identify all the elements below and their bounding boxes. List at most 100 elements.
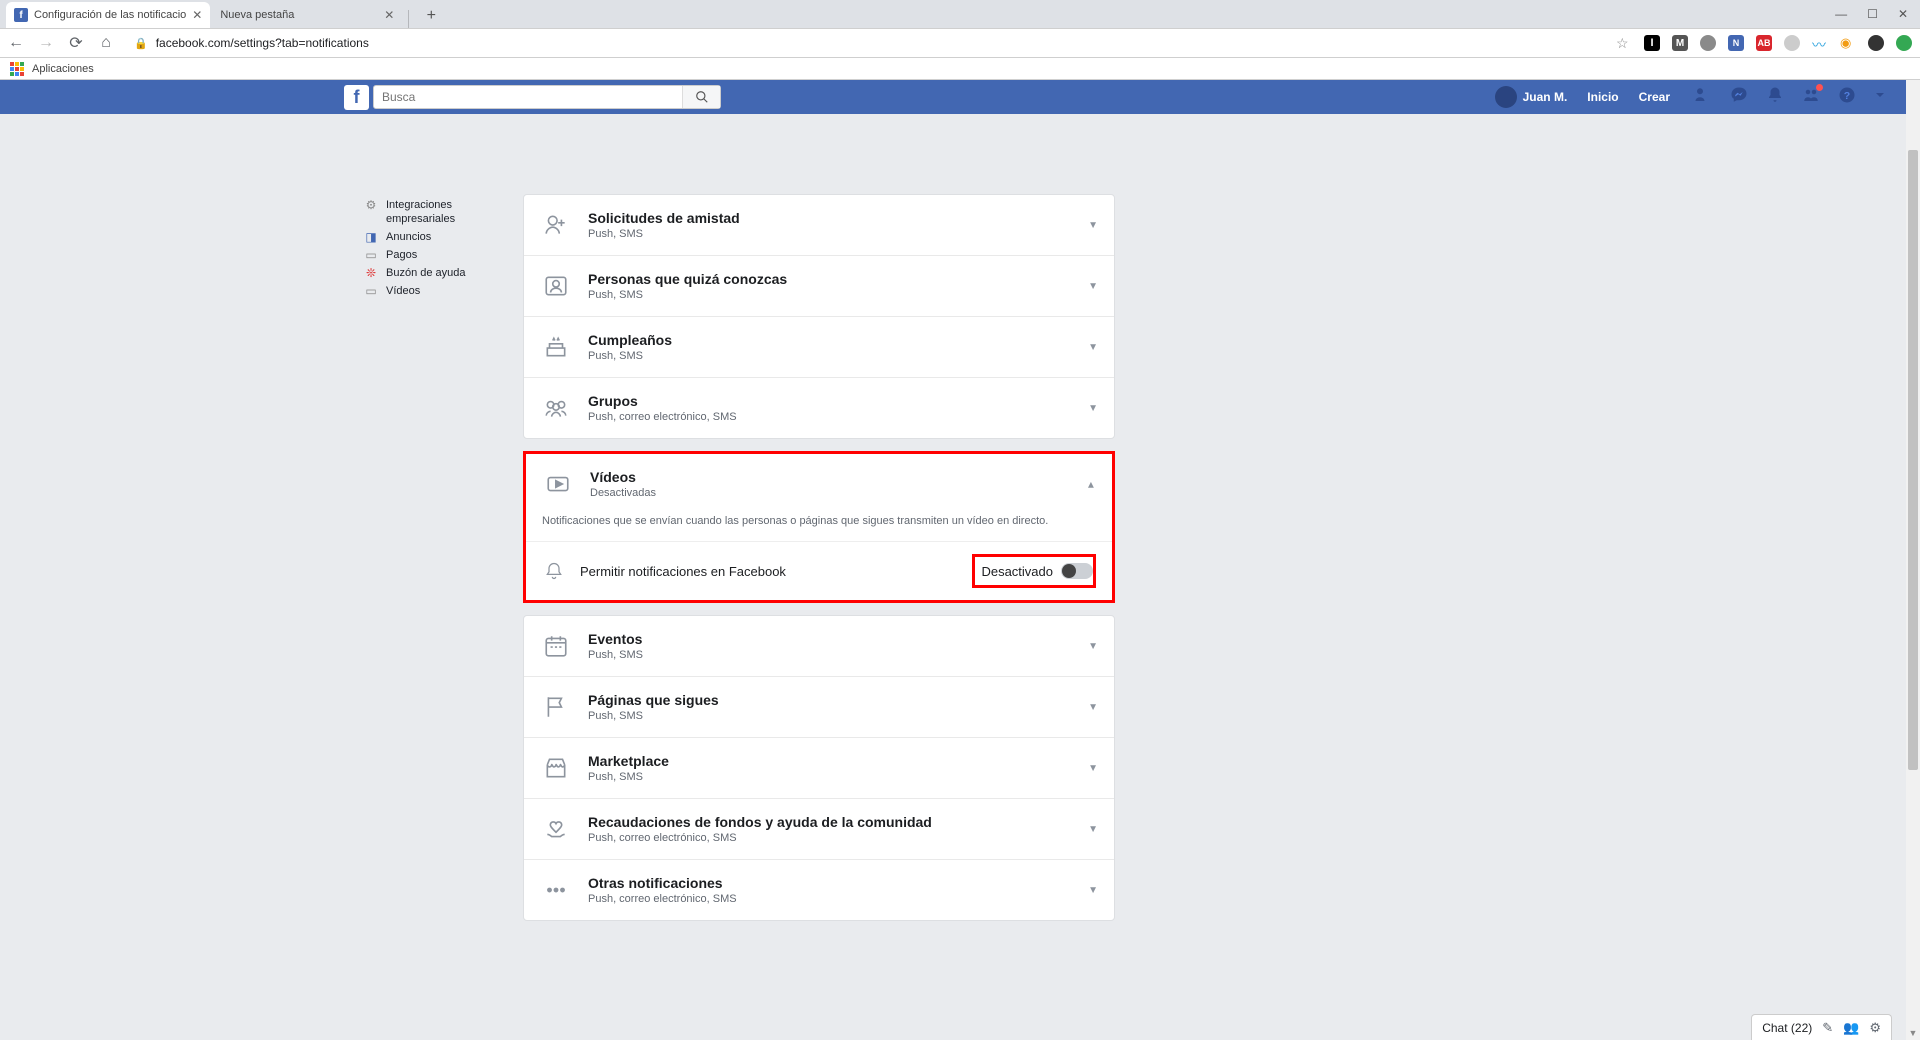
chevron-down-icon: ▼ <box>1088 403 1098 414</box>
profile-avatar-icon[interactable] <box>1868 35 1884 51</box>
row-sub: Push, SMS <box>588 649 643 661</box>
sidebar-item-payments[interactable]: ▭ Pagos <box>364 246 514 264</box>
notifications-card-videos: VídeosDesactivadas ▼ Notificaciones que … <box>526 454 1112 600</box>
ext-icon[interactable]: N <box>1728 35 1744 51</box>
quick-help-icon[interactable] <box>1802 86 1820 109</box>
row-title: Solicitudes de amistad <box>588 210 740 226</box>
bookmark-star-icon[interactable]: ☆ <box>1616 35 1632 51</box>
settings-sidebar: ⚙ Integraciones empresariales ◨ Anuncios… <box>364 196 514 300</box>
favicon-facebook: f <box>14 8 28 22</box>
ext-icon[interactable] <box>1784 35 1800 51</box>
ext-icon[interactable]: I <box>1644 35 1660 51</box>
search-input[interactable] <box>374 90 682 104</box>
minimize-icon[interactable]: — <box>1835 7 1847 21</box>
scrollbar-thumb[interactable] <box>1908 150 1918 770</box>
person-card-icon <box>540 270 572 302</box>
account-dropdown-icon[interactable] <box>1874 88 1886 106</box>
gear-icon: ⚙ <box>364 198 378 212</box>
row-groups[interactable]: GruposPush, correo electrónico, SMS ▼ <box>524 377 1114 438</box>
sidebar-item-videos[interactable]: ▭ Vídeos <box>364 282 514 300</box>
user-name: Juan M. <box>1523 90 1568 104</box>
ext-icon[interactable]: AB <box>1756 35 1772 51</box>
back-icon[interactable]: ← <box>8 34 24 52</box>
row-events[interactable]: EventosPush, SMS ▼ <box>524 616 1114 676</box>
gear-icon[interactable]: ⚙ <box>1869 1020 1881 1036</box>
sidebar-item-integrations[interactable]: ⚙ Integraciones empresariales <box>364 196 514 228</box>
row-sub: Push, SMS <box>588 228 740 240</box>
sidebar-item-support[interactable]: ❊ Buzón de ayuda <box>364 264 514 282</box>
omnibox[interactable]: 🔒 facebook.com/settings?tab=notification… <box>134 36 369 50</box>
search-box[interactable] <box>373 85 721 109</box>
tab-inactive[interactable]: Nueva pestaña ✕ <box>212 2 402 28</box>
maximize-icon[interactable]: ☐ <box>1867 7 1878 21</box>
address-bar: ← → ⟳ ⌂ 🔒 facebook.com/settings?tab=noti… <box>0 28 1920 58</box>
row-title: Vídeos <box>590 469 656 485</box>
row-title: Grupos <box>588 393 737 409</box>
tab-strip: f Configuración de las notificacio ✕ Nue… <box>0 0 1920 28</box>
chevron-down-icon: ▼ <box>1088 641 1098 652</box>
ext-icon[interactable]: 〰 <box>1812 35 1828 51</box>
megaphone-icon: ◨ <box>364 230 378 244</box>
facebook-logo[interactable]: f <box>344 85 369 110</box>
nav-home[interactable]: Inicio <box>1579 90 1626 104</box>
sidebar-item-ads[interactable]: ◨ Anuncios <box>364 228 514 246</box>
forward-icon[interactable]: → <box>38 34 54 52</box>
ext-icon[interactable] <box>1896 35 1912 51</box>
badge-dot <box>1816 84 1823 91</box>
row-title: Cumpleaños <box>588 332 672 348</box>
row-fundraisers[interactable]: Recaudaciones de fondos y ayuda de la co… <box>524 798 1114 859</box>
search-button[interactable] <box>682 86 720 108</box>
help-icon[interactable]: ? <box>1838 86 1856 109</box>
row-marketplace[interactable]: Marketplace Push, SMS ▼ <box>524 737 1114 798</box>
bookmark-apps[interactable]: Aplicaciones <box>32 63 94 75</box>
tab-close-icon[interactable]: ✕ <box>384 8 394 22</box>
row-people-you-may-know[interactable]: Personas que quizá conozcasPush, SMS ▼ <box>524 255 1114 316</box>
facebook-viewport: f Juan M. Inicio Crear ? <box>0 80 1906 1040</box>
new-tab-button[interactable]: + <box>419 4 443 28</box>
chat-dock[interactable]: Chat (22) ✎ 👥 ⚙ <box>1751 1014 1892 1040</box>
tab-active[interactable]: f Configuración de las notificacio ✕ <box>6 2 210 28</box>
close-window-icon[interactable]: ✕ <box>1898 7 1908 21</box>
group-icon <box>540 392 572 424</box>
row-sub: Push, SMS <box>588 350 672 362</box>
tab-close-icon[interactable]: ✕ <box>192 8 202 22</box>
row-sub: Push, SMS <box>588 289 787 301</box>
messenger-icon[interactable] <box>1730 86 1748 109</box>
svg-text:?: ? <box>1844 89 1850 101</box>
row-other-notifications[interactable]: Otras notificacionesPush, correo electró… <box>524 859 1114 920</box>
reload-icon[interactable]: ⟳ <box>68 33 84 53</box>
compose-icon[interactable]: ✎ <box>1822 1020 1833 1036</box>
sidebar-item-label: Anuncios <box>386 230 431 244</box>
row-friend-requests[interactable]: Solicitudes de amistadPush, SMS ▼ <box>524 195 1114 255</box>
user-profile-link[interactable]: Juan M. <box>1487 86 1576 108</box>
row-sub: Desactivadas <box>590 487 656 499</box>
ext-icon[interactable]: M <box>1672 35 1688 51</box>
notifications-icon[interactable] <box>1766 86 1784 109</box>
notifications-card-top: Solicitudes de amistad Push, SMS ▼ Person… <box>523 194 1115 439</box>
row-videos[interactable]: VídeosDesactivadas ▼ <box>526 454 1112 514</box>
apps-grid-icon[interactable] <box>10 62 24 76</box>
group-chat-icon[interactable]: 👥 <box>1843 1020 1859 1036</box>
sidebar-item-label: Vídeos <box>386 284 420 298</box>
videos-description: Notificaciones que se envían cuando las … <box>526 514 1112 541</box>
ext-icon[interactable] <box>1700 35 1716 51</box>
calendar-icon <box>540 630 572 662</box>
row-birthdays[interactable]: CumpleañosPush, SMS ▼ <box>524 316 1114 377</box>
home-icon[interactable]: ⌂ <box>98 34 114 52</box>
row-title: Recaudaciones de fondos y ayuda de la co… <box>588 814 932 830</box>
row-sub: Push, SMS <box>588 771 669 783</box>
chevron-down-icon: ▼ <box>1088 763 1098 774</box>
friend-requests-icon[interactable] <box>1694 86 1712 109</box>
ext-icon[interactable]: ◉ <box>1840 35 1856 51</box>
row-pages-you-follow[interactable]: Páginas que siguesPush, SMS ▼ <box>524 676 1114 737</box>
page-scrollbar[interactable]: ▼ <box>1906 80 1920 1040</box>
toggle-switch[interactable] <box>1061 563 1093 579</box>
row-title: Marketplace <box>588 753 669 769</box>
marketplace-icon <box>540 752 572 784</box>
toggle-knob <box>1062 564 1076 578</box>
bell-icon <box>542 559 566 583</box>
chat-label: Chat (22) <box>1762 1021 1812 1035</box>
scroll-down-arrow-icon[interactable]: ▼ <box>1906 1026 1920 1040</box>
cake-icon <box>540 331 572 363</box>
nav-create[interactable]: Crear <box>1631 90 1678 104</box>
